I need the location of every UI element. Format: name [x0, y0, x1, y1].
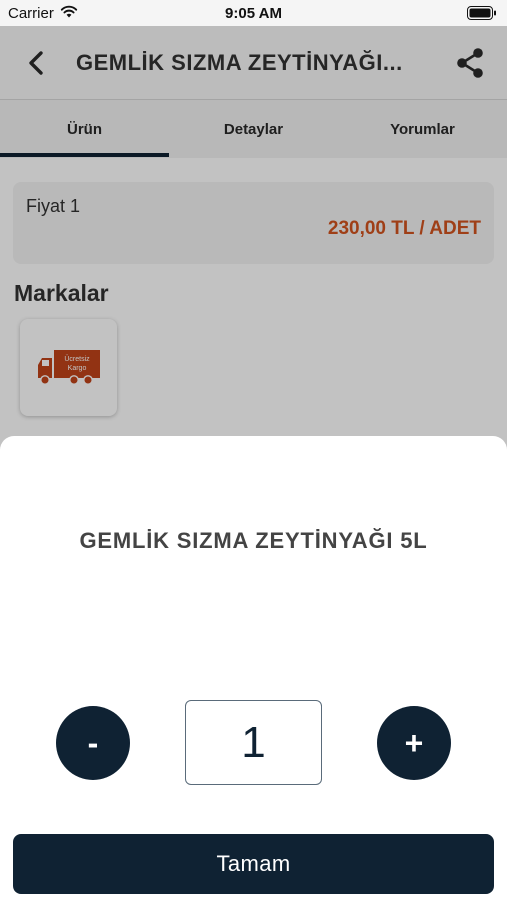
quantity-input[interactable]: 1: [185, 700, 322, 785]
battery-icon: [467, 6, 497, 25]
decrease-quantity-button[interactable]: -: [56, 706, 130, 780]
sheet-title: GEMLİK SIZMA ZEYTİNYAĞI 5L: [79, 528, 428, 553]
status-time: 9:05 AM: [225, 5, 282, 22]
quantity-sheet: GEMLİK SIZMA ZEYTİNYAĞI 5L - 1 + Tamam: [0, 436, 507, 900]
confirm-button[interactable]: Tamam: [13, 834, 494, 894]
increase-quantity-button[interactable]: +: [377, 706, 451, 780]
status-bar: Carrier 9:05 AM: [0, 0, 507, 26]
